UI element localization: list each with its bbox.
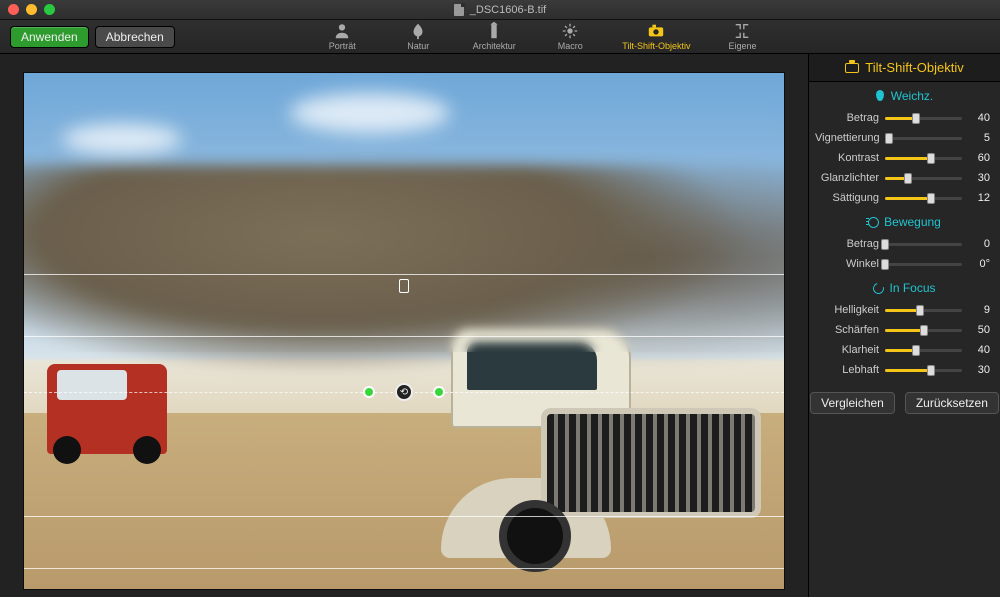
slider-vibrance[interactable] — [885, 363, 962, 377]
reset-button[interactable]: Zurücksetzen — [905, 392, 999, 414]
slider-row-amount: Betrag 40 — [809, 108, 1000, 128]
preset-macro[interactable]: Macro — [546, 22, 594, 51]
image-content — [47, 364, 167, 454]
slider-label: Kontrast — [815, 152, 879, 164]
macro-icon — [561, 22, 579, 40]
slider-amount[interactable] — [885, 111, 962, 125]
architecture-icon — [485, 22, 503, 40]
slider-row-vibrance: Lebhaft 30 — [809, 360, 1000, 380]
image-content — [431, 328, 761, 558]
portrait-icon — [333, 22, 351, 40]
section-heading-infocus: In Focus — [809, 274, 1000, 300]
slider-label: Sättigung — [815, 192, 879, 204]
tiltshift-inner-bottom-line[interactable] — [24, 516, 784, 517]
window-titlebar: _DSC1606-B.tif — [0, 0, 1000, 20]
preset-nature[interactable]: Natur — [394, 22, 442, 51]
motion-icon — [868, 217, 879, 228]
slider-row-angle: Winkel 0° — [809, 254, 1000, 274]
tiltshift-icon — [647, 22, 665, 40]
slider-label: Betrag — [815, 238, 879, 250]
section-heading-soften: Weichz. — [809, 82, 1000, 108]
section-heading-motion: Bewegung — [809, 208, 1000, 234]
slider-row-brightness: Helligkeit 9 — [809, 300, 1000, 320]
slider-value: 0° — [968, 258, 990, 270]
slider-value: 40 — [968, 112, 990, 124]
apply-button[interactable]: Anwenden — [10, 26, 89, 48]
slider-value: 30 — [968, 364, 990, 376]
preset-architecture[interactable]: Architektur — [470, 22, 518, 51]
adjustments-sidebar: Tilt-Shift-Objektiv Weichz. Betrag 40 Vign… — [808, 54, 1000, 597]
document-icon — [454, 4, 464, 16]
tiltshift-outer-top-line[interactable] — [24, 274, 784, 275]
slider-sharpen[interactable] — [885, 323, 962, 337]
preset-label: Natur — [407, 41, 429, 51]
focus-icon — [871, 280, 886, 295]
panel-title: Tilt-Shift-Objektiv — [809, 54, 1000, 82]
slider-value: 12 — [968, 192, 990, 204]
slider-label: Winkel — [815, 258, 879, 270]
slider-row-m_amount: Betrag 0 — [809, 234, 1000, 254]
custom-icon — [733, 22, 751, 40]
slider-m_amount[interactable] — [885, 237, 962, 251]
slider-label: Betrag — [815, 112, 879, 124]
image-canvas-area: ⟲ — [0, 54, 808, 597]
slider-saturation[interactable] — [885, 191, 962, 205]
slider-clarity[interactable] — [885, 343, 962, 357]
tiltshift-center-handle[interactable]: ⟲ — [363, 383, 445, 401]
slider-row-clarity: Klarheit 40 — [809, 340, 1000, 360]
preset-portrait[interactable]: Porträt — [318, 22, 366, 51]
slider-vignette[interactable] — [885, 131, 962, 145]
preset-label: Architektur — [473, 41, 516, 51]
slider-row-highlights: Glanzlichter 30 — [809, 168, 1000, 188]
slider-value: 30 — [968, 172, 990, 184]
tiltshift-inner-top-line[interactable] — [24, 336, 784, 337]
toolbar: Anwenden Abbrechen Porträt Natur Architekt… — [0, 20, 1000, 54]
tiltshift-width-handle[interactable] — [399, 279, 409, 293]
compare-button[interactable]: Vergleichen — [810, 392, 895, 414]
slider-contrast[interactable] — [885, 151, 962, 165]
slider-value: 5 — [968, 132, 990, 144]
slider-label: Glanzlichter — [815, 172, 879, 184]
slider-label: Klarheit — [815, 344, 879, 356]
tiltshift-right-dot[interactable] — [433, 386, 445, 398]
slider-value: 60 — [968, 152, 990, 164]
slider-brightness[interactable] — [885, 303, 962, 317]
slider-label: Lebhaft — [815, 364, 879, 376]
slider-angle[interactable] — [885, 257, 962, 271]
nature-icon — [409, 22, 427, 40]
slider-value: 50 — [968, 324, 990, 336]
preset-label: Eigene — [728, 41, 756, 51]
tiltshift-rotate-knob[interactable]: ⟲ — [395, 383, 413, 401]
preset-label: Macro — [558, 41, 583, 51]
slider-row-sharpen: Schärfen 50 — [809, 320, 1000, 340]
slider-row-contrast: Kontrast 60 — [809, 148, 1000, 168]
window-title: _DSC1606-B.tif — [470, 4, 546, 16]
slider-row-saturation: Sättigung 12 — [809, 188, 1000, 208]
slider-highlights[interactable] — [885, 171, 962, 185]
image-canvas[interactable]: ⟲ — [24, 73, 784, 589]
cancel-button[interactable]: Abbrechen — [95, 26, 175, 48]
preset-label: Tilt-Shift-Objektiv — [622, 41, 690, 51]
slider-label: Helligkeit — [815, 304, 879, 316]
camera-icon — [845, 63, 859, 73]
preset-tiltshift[interactable]: Tilt-Shift-Objektiv — [622, 22, 690, 51]
slider-value: 0 — [968, 238, 990, 250]
slider-row-vignette: Vignettierung 5 — [809, 128, 1000, 148]
slider-value: 40 — [968, 344, 990, 356]
tiltshift-left-dot[interactable] — [363, 386, 375, 398]
droplet-icon — [876, 90, 884, 101]
slider-label: Schärfen — [815, 324, 879, 336]
preset-label: Porträt — [329, 41, 356, 51]
tiltshift-outer-bottom-line[interactable] — [24, 568, 784, 569]
preset-custom[interactable]: Eigene — [718, 22, 766, 51]
slider-value: 9 — [968, 304, 990, 316]
slider-label: Vignettierung — [815, 132, 879, 144]
